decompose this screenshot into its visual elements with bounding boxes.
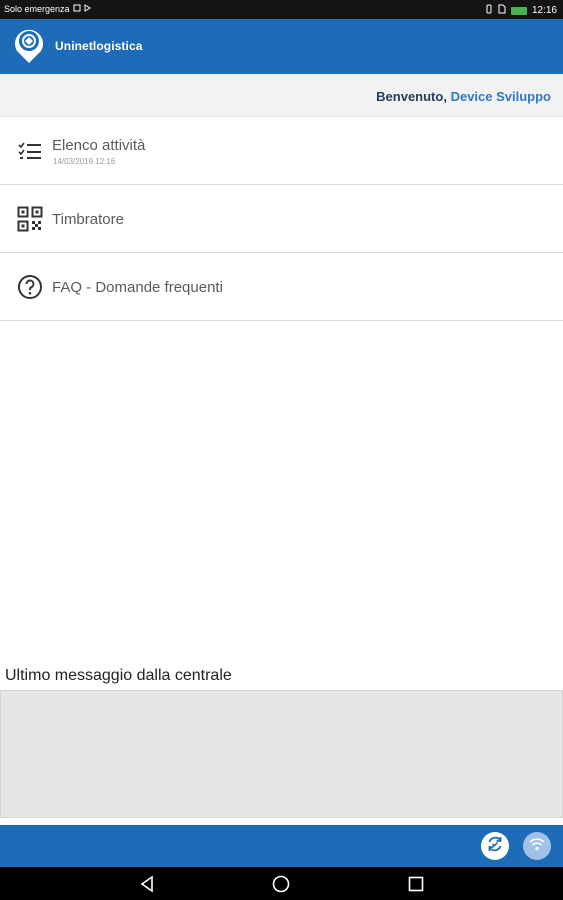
menu-item-subtitle: 14/03/2019 12:16 xyxy=(53,157,116,166)
welcome-text: Benvenuto, Device Sviluppo xyxy=(376,89,551,104)
menu-item-timbratore[interactable]: Timbratore xyxy=(0,185,563,253)
sync-button[interactable] xyxy=(481,832,509,860)
wifi-button[interactable] xyxy=(523,832,551,860)
menu-item-faq[interactable]: FAQ - Domande frequenti xyxy=(0,253,563,321)
sim-icon xyxy=(498,4,506,17)
welcome-greeting: Benvenuto, xyxy=(376,89,447,104)
message-title: Ultimo messaggio dalla centrale xyxy=(5,667,232,684)
sync-icon xyxy=(486,835,504,858)
navigation-bar xyxy=(0,867,563,900)
vibrate-icon xyxy=(485,4,493,17)
help-circle-icon xyxy=(17,274,43,300)
status-bar: Solo emergenza 12:16 xyxy=(0,0,563,19)
checklist-icon xyxy=(17,138,43,164)
menu-item-label: Elenco attività xyxy=(52,137,146,154)
message-box xyxy=(0,690,563,818)
back-icon[interactable] xyxy=(139,875,157,893)
wifi-icon xyxy=(529,837,545,856)
welcome-bar: Benvenuto, Device Sviluppo xyxy=(0,74,563,117)
clock-text: 12:16 xyxy=(531,5,557,16)
qr-code-icon xyxy=(17,206,43,232)
recents-icon[interactable] xyxy=(407,875,425,893)
bottom-bar xyxy=(0,825,563,867)
battery-icon xyxy=(510,6,527,15)
menu-item-elenco-attivita[interactable]: Elenco attività 14/03/2019 12:16 xyxy=(0,117,563,185)
carrier-text: Solo emergenza xyxy=(4,4,70,14)
notification-icon xyxy=(73,4,81,14)
app-bar: Uninetlogistica xyxy=(0,19,563,74)
app-logo-icon xyxy=(12,25,46,65)
play-icon xyxy=(84,4,91,14)
menu-item-label: FAQ - Domande frequenti xyxy=(52,279,223,296)
app-title: Uninetlogistica xyxy=(55,39,143,53)
home-icon[interactable] xyxy=(272,875,290,893)
menu-item-label: Timbratore xyxy=(52,211,124,228)
welcome-user-name: Device Sviluppo xyxy=(450,89,551,104)
